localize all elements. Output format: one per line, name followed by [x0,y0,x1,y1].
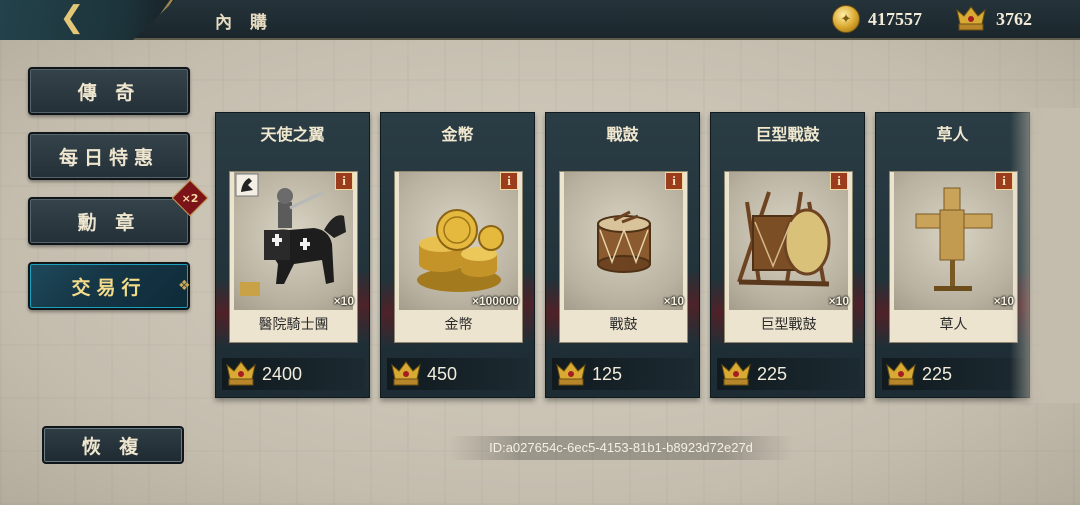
price-value: 450 [427,363,458,384]
item-frame: i ×10 草人 [889,171,1018,343]
scroll-fade [1010,108,1080,403]
shop-card[interactable]: 巨型戰鼓 i ×10 巨型戰鼓 225 [710,112,865,398]
page-title: 內 購 [215,13,273,33]
crown-currency: 3762 [954,2,1032,36]
item-frame: i ×10 巨型戰鼓 [724,171,853,343]
restore-label: 恢 複 [81,435,145,458]
card-title: 戰鼓 [606,125,639,144]
gold-amount: 417557 [868,8,922,29]
shop-card[interactable]: 金幣 i ×100000 金幣 450 [380,112,535,398]
double-badge-label: ×2 [181,191,199,205]
crown-price-icon [391,361,421,386]
item-quantity: ×10 [333,294,354,308]
price-value: 2400 [262,363,303,384]
sidebar-item-label: 勳 章 [77,211,141,234]
crown-price-icon [556,361,586,386]
item-quantity: ×100000 [471,294,519,308]
shop-card[interactable]: 天使之翼 i ×10 醫院騎士團 2400 [215,112,370,398]
info-icon[interactable]: i [665,172,683,190]
scarecrow-icon [894,172,1013,310]
price-value: 125 [592,363,623,384]
card-title: 草人 [936,125,969,144]
top-bar: ❮ 內 購 ✦ 417557 3762 [0,0,1080,40]
item-frame: i ×10 戰鼓 [559,171,688,343]
price-bar[interactable]: 225 [882,358,1025,390]
gold-coin-icon: ✦ [832,5,860,33]
crown-price-icon [226,361,256,386]
info-icon[interactable]: i [335,172,353,190]
restore-button[interactable]: 恢 複 [42,426,184,464]
crown-price-icon [886,361,916,386]
price-bar[interactable]: 225 [717,358,860,390]
gold-coins-icon [399,172,518,310]
card-title: 巨型戰鼓 [755,125,820,144]
price-value: 225 [922,363,953,384]
crown-price-icon [721,361,751,386]
item-name: 金幣 [444,317,473,333]
active-indicator-icon: ❖ [178,278,191,294]
price-bar[interactable]: 2400 [222,358,365,390]
sidebar-item-medals[interactable]: 勳 章 [28,197,190,245]
crown-currency-icon [956,6,986,31]
item-quantity: ×10 [663,294,684,308]
back-button[interactable]: ❮ [50,3,94,33]
sidebar-item-legend[interactable]: 傳 奇 [28,67,190,115]
price-bar[interactable]: 125 [552,358,695,390]
info-icon[interactable]: i [830,172,848,190]
card-title: 金幣 [441,125,474,144]
player-id-label: ID:a027654c-6ec5-4153-81b1-b8923d72e27d [449,436,793,460]
item-frame: i ×10 醫院騎士團 [229,171,358,343]
shop-card[interactable]: 草人 i ×10 草人 225 [875,112,1030,398]
gold-currency: ✦ 417557 [832,2,922,36]
price-bar[interactable]: 450 [387,358,530,390]
drum-icon [564,172,683,310]
sidebar-item-label: 每日特惠 [58,146,159,169]
card-title: 天使之翼 [260,125,325,144]
sidebar-item-daily-deals[interactable]: 每日特惠 [28,132,190,180]
item-name: 草人 [939,317,968,333]
item-quantity: ×10 [828,294,849,308]
crown-amount: 3762 [996,8,1032,29]
sidebar-item-label: 傳 奇 [77,81,141,104]
giant-drum-icon [729,172,848,310]
knight-icon [234,172,353,310]
item-name: 巨型戰鼓 [760,317,817,333]
price-value: 225 [757,363,788,384]
item-name: 醫院騎士團 [258,317,329,333]
shop-card[interactable]: 戰鼓 i ×10 戰鼓 125 [545,112,700,398]
sidebar-item-trading-post[interactable]: 交易行 [28,262,190,310]
sidebar-item-label: 交易行 [71,276,147,299]
back-arrow-icon: ❮ [59,0,85,35]
item-frame: i ×100000 金幣 [394,171,523,343]
item-name: 戰鼓 [609,317,638,333]
info-icon[interactable]: i [500,172,518,190]
